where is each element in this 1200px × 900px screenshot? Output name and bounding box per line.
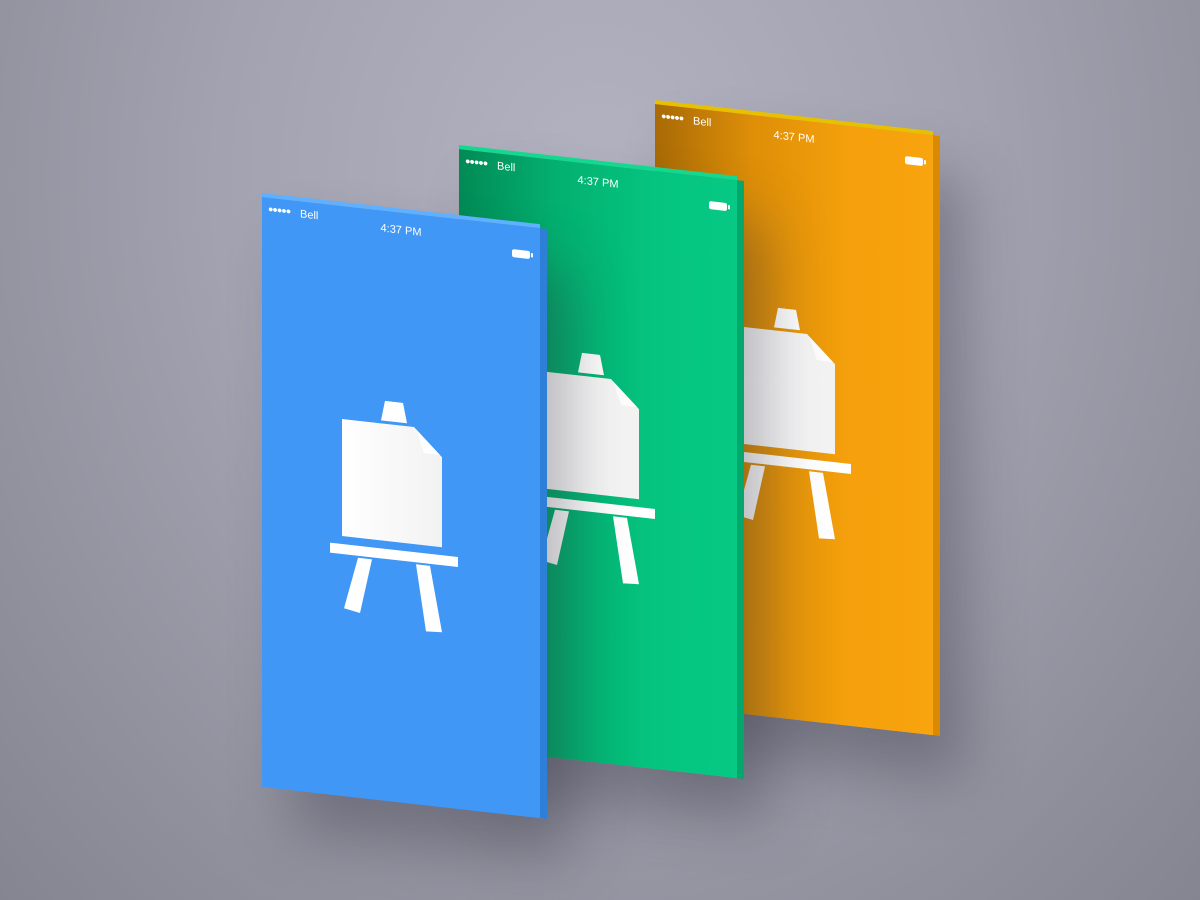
phone-screen-blue: ●●●●● Bell 4:37 PM xyxy=(262,193,547,819)
screen-side-edge xyxy=(933,135,940,736)
clock: 4:37 PM xyxy=(773,129,815,146)
battery-icon xyxy=(709,201,727,212)
status-bar: ●●●●● Bell 4:37 PM xyxy=(655,104,933,167)
easel-icon xyxy=(330,395,462,640)
screen-side-edge xyxy=(540,228,547,819)
screen-side-edge xyxy=(737,180,744,779)
battery-icon xyxy=(905,156,923,167)
battery-icon xyxy=(512,249,530,260)
